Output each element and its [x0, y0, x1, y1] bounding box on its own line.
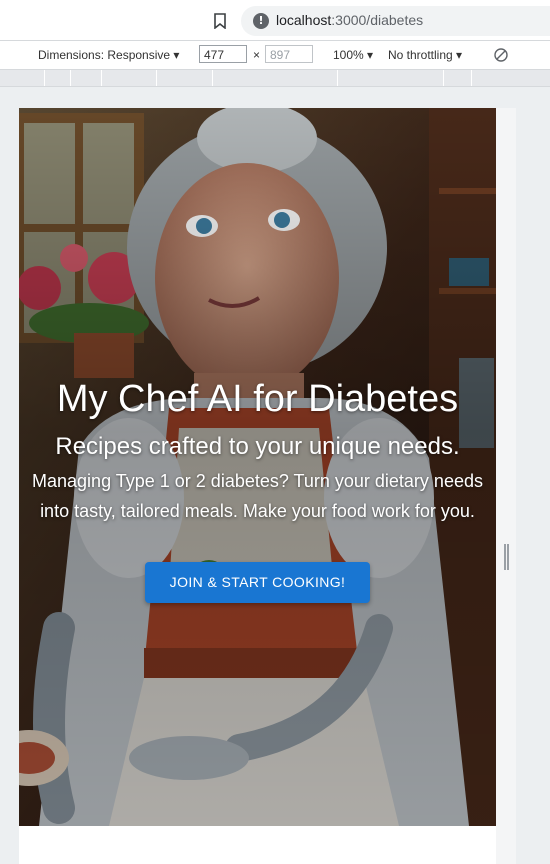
- hero-section: My Chef AI for Diabetes Recipes crafted …: [19, 108, 496, 826]
- zoom-dropdown[interactable]: 100% ▾: [333, 48, 373, 62]
- dimensions-label: Dimensions: Responsive: [38, 48, 171, 62]
- hero-description: Managing Type 1 or 2 diabetes? Turn your…: [32, 471, 483, 521]
- dropdown-arrow-icon: ▾: [456, 48, 463, 62]
- resize-handle[interactable]: [504, 544, 509, 570]
- dimensions-dropdown[interactable]: Dimensions: Responsive ▾: [38, 48, 179, 62]
- dropdown-arrow-icon: ▾: [173, 48, 180, 62]
- throttling-label: No throttling: [388, 48, 453, 62]
- times-symbol: ×: [253, 48, 261, 62]
- page-viewport: My Chef AI for Diabetes Recipes crafted …: [19, 108, 496, 864]
- device-toolbar: Dimensions: Responsive ▾ 477 × 897 100% …: [0, 41, 550, 70]
- url-host: localhost: [276, 12, 332, 28]
- height-input[interactable]: 897: [265, 45, 313, 63]
- url-text[interactable]: localhost:3000/diabetes: [276, 12, 423, 28]
- hero-content: My Chef AI for Diabetes Recipes crafted …: [19, 376, 496, 603]
- url-path: :3000/diabetes: [331, 12, 424, 28]
- media-query-ruler[interactable]: [0, 70, 550, 87]
- bookmark-icon[interactable]: [213, 13, 227, 29]
- throttling-dropdown[interactable]: No throttling ▾: [388, 48, 462, 62]
- hero-title: My Chef AI for Diabetes: [56, 378, 459, 420]
- rotate-icon[interactable]: [493, 47, 509, 63]
- browser-address-bar: ! localhost:3000/diabetes: [0, 0, 550, 41]
- viewport-gutter: [496, 108, 516, 864]
- url-field[interactable]: ! localhost:3000/diabetes: [241, 6, 550, 36]
- width-input[interactable]: 477: [199, 45, 247, 63]
- zoom-label: 100%: [333, 48, 364, 62]
- dropdown-arrow-icon: ▾: [367, 48, 374, 62]
- join-start-cooking-button[interactable]: JOIN & START COOKING!: [145, 562, 370, 603]
- hero-subtitle: Recipes crafted to your unique needs.: [55, 433, 460, 460]
- site-info-icon[interactable]: !: [253, 13, 269, 29]
